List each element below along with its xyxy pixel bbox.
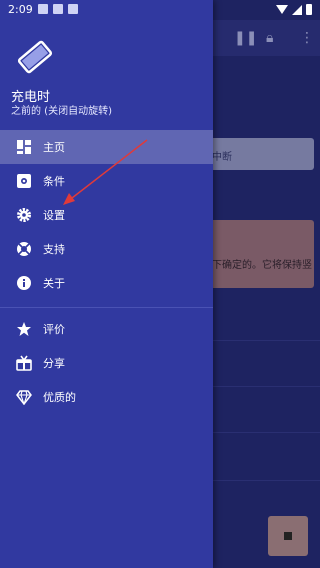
notification-icons (38, 4, 78, 14)
status-right-icons (276, 4, 312, 15)
app-notification-icon (53, 4, 63, 14)
rotate-notification-icon (68, 4, 78, 14)
status-bar: 2:09 (0, 0, 320, 20)
status-time: 2:09 (8, 3, 33, 16)
wifi-icon (276, 5, 288, 14)
signal-icon (292, 4, 302, 15)
annotation-arrow (63, 139, 148, 205)
battery-icon (306, 4, 312, 15)
image-notification-icon (38, 4, 48, 14)
